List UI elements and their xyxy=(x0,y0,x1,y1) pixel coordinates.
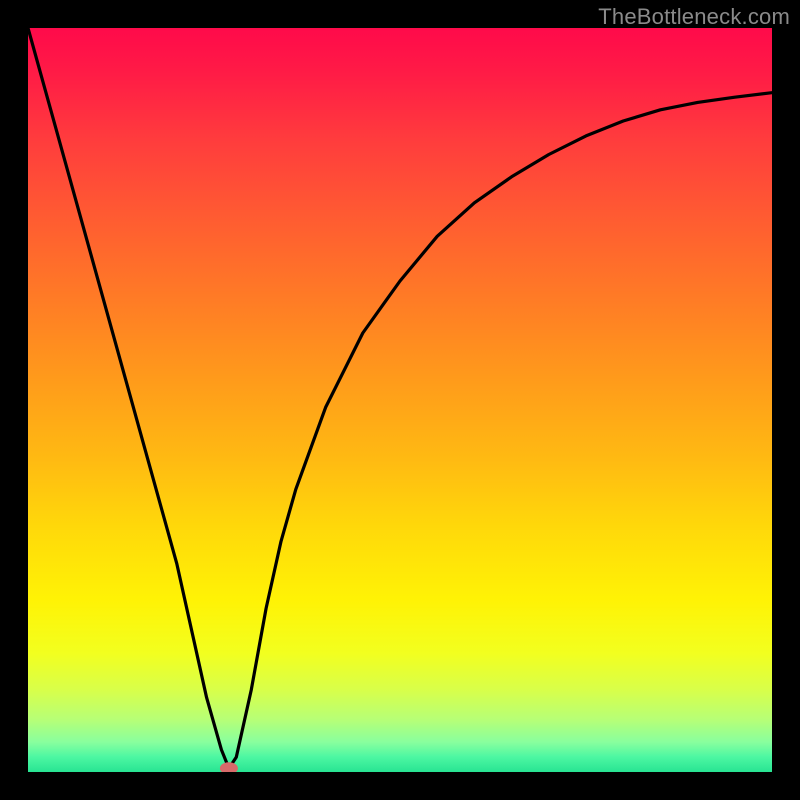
curve-path xyxy=(28,28,772,768)
plot-area xyxy=(28,28,772,772)
minimum-marker xyxy=(220,762,238,772)
chart-frame: TheBottleneck.com xyxy=(0,0,800,800)
watermark-text: TheBottleneck.com xyxy=(598,4,790,30)
bottleneck-curve xyxy=(28,28,772,772)
